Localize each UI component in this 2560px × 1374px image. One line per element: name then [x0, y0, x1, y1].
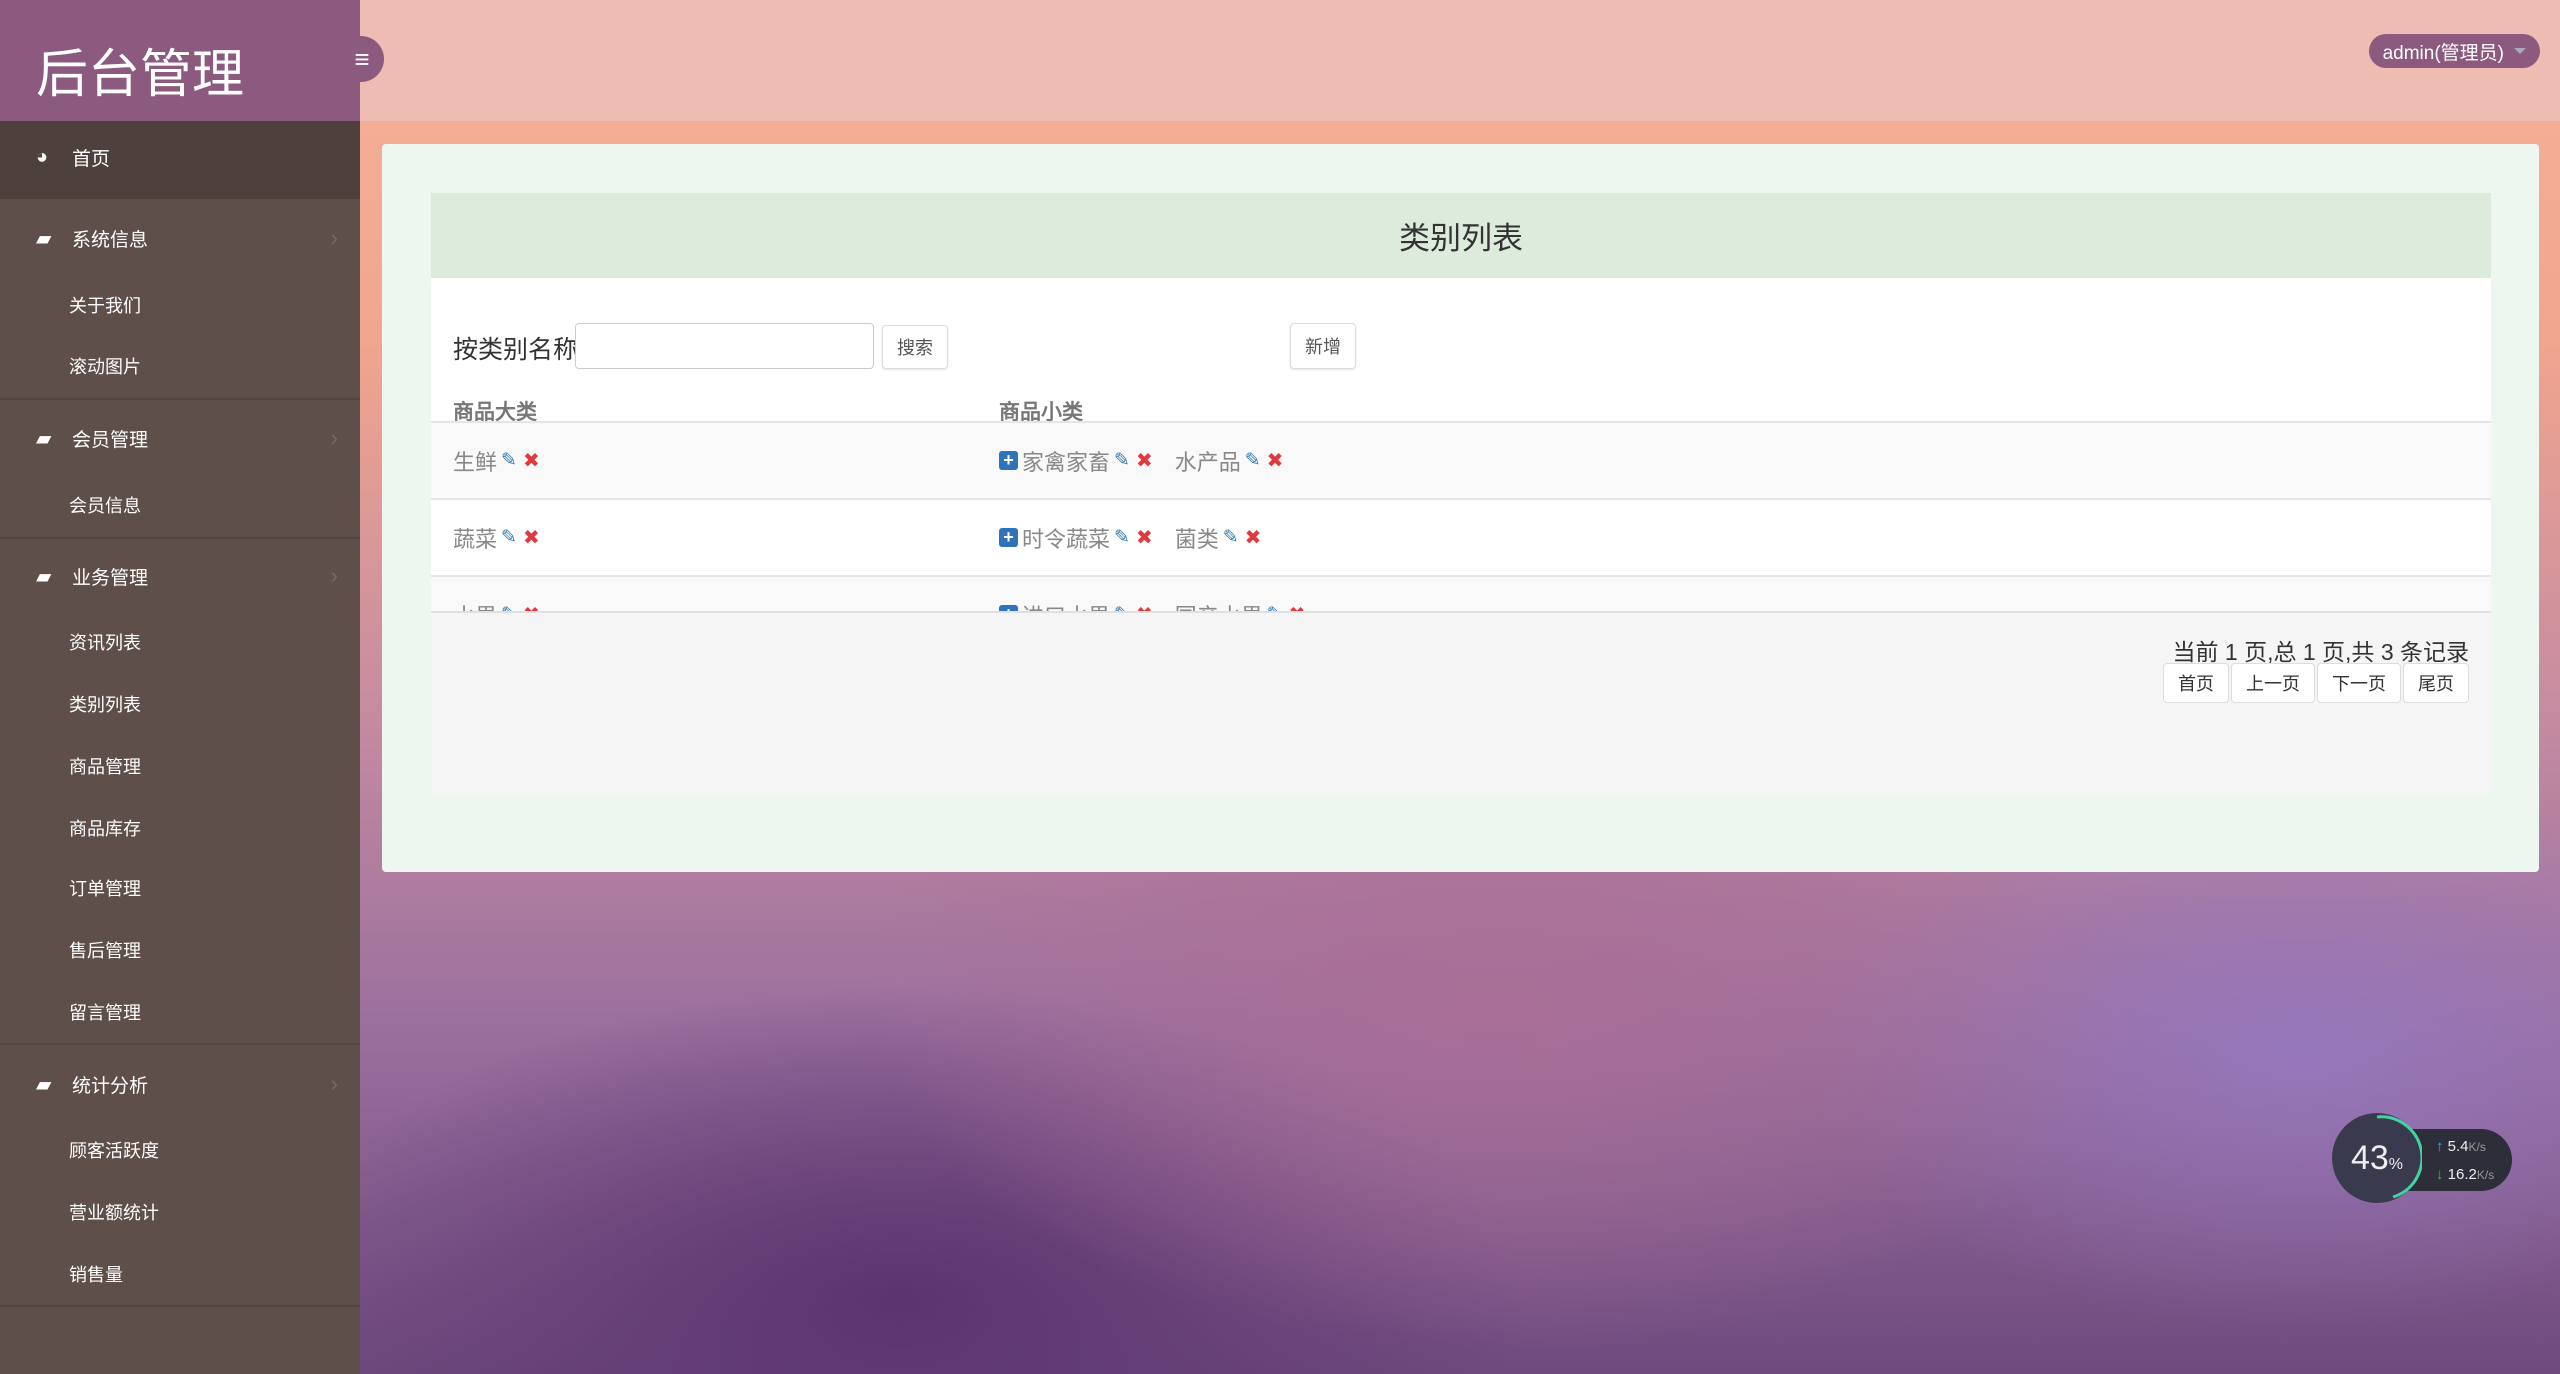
menu-toggle-button[interactable]: ≡ [340, 36, 384, 82]
sidebar-item-label: 统计分析 [72, 1075, 149, 1097]
pagination-info: 当前 1 页,总 1 页,共 3 条记录 [2172, 639, 2470, 665]
divider [0, 1043, 360, 1045]
top-header: admin(管理员) [360, 0, 2560, 121]
sidebar-item-aftersales[interactable]: 售后管理 [0, 930, 360, 970]
edit-pencil-icon[interactable]: ✎ [1114, 526, 1130, 549]
subcategory-cell: + 家禽家畜 ✎ ✖ 水产品 ✎ ✖ [999, 445, 1283, 477]
subcategory-name[interactable]: 家禽家畜 [1022, 445, 1110, 477]
subcategory-item: + 时令蔬菜 ✎ ✖ [999, 522, 1153, 554]
sidebar-item-carousel[interactable]: 滚动图片 [0, 346, 360, 386]
delete-x-icon[interactable]: ✖ [523, 525, 540, 550]
prev-page-button[interactable]: 上一页 [2231, 663, 2315, 703]
chevron-right-icon: › [330, 1071, 338, 1096]
sidebar-group-system[interactable]: ▰ 系统信息 › [0, 218, 360, 258]
edit-pencil-icon[interactable]: ✎ [501, 449, 517, 472]
app-logo: 后台管理 [0, 0, 360, 121]
caret-down-icon [2514, 48, 2526, 54]
subcategory-item: + 家禽家畜 ✎ ✖ [999, 445, 1153, 477]
sidebar-item-stock[interactable]: 商品库存 [0, 808, 360, 848]
sidebar-item-member-info[interactable]: 会员信息 [0, 485, 360, 525]
category-name[interactable]: 生鲜 [453, 445, 497, 477]
table-row: 生鲜 ✎ ✖ + 家禽家畜 ✎ ✖ 水产品 ✎ ✖ [431, 421, 2491, 498]
divider [0, 398, 360, 400]
subcategory-cell: + 时令蔬菜 ✎ ✖ 菌类 ✎ ✖ [999, 522, 1261, 554]
edit-pencil-icon[interactable]: ✎ [1223, 526, 1239, 549]
book-icon: ▰ [36, 227, 52, 250]
sidebar-item-label: 系统信息 [72, 229, 149, 251]
subcategory-name[interactable]: 时令蔬菜 [1022, 522, 1110, 554]
divider [0, 1305, 360, 1307]
first-page-button[interactable]: 首页 [2163, 663, 2229, 703]
category-list-card: 类别列表 按类别名称 搜索 新增 商品大类 商品小类 生鲜 ✎ ✖ + 家禽家畜 ✎ ✖ 水… [431, 193, 2491, 794]
dashboard-icon: ◕ [36, 145, 49, 168]
sidebar-item-products[interactable]: 商品管理 [0, 746, 360, 786]
subcategory-name[interactable]: 菌类 [1175, 522, 1219, 554]
sidebar-item-orders[interactable]: 订单管理 [0, 868, 360, 908]
sidebar-item-sales[interactable]: 销售量 [0, 1254, 360, 1294]
sidebar-item-label: 业务管理 [72, 567, 149, 589]
sidebar-item-label: 首页 [72, 148, 111, 170]
book-icon: ▰ [36, 565, 52, 588]
edit-pencil-icon[interactable]: ✎ [1114, 449, 1130, 472]
subcategory-item: 菌类 ✎ ✖ [1175, 522, 1262, 554]
category-name[interactable]: 蔬菜 [453, 522, 497, 554]
sidebar-group-members[interactable]: ▰ 会员管理 › [0, 418, 360, 458]
subcategory-item: 水产品 ✎ ✖ [1175, 445, 1284, 477]
speed-unit: K/s [2468, 1140, 2486, 1154]
speed-unit: K/s [2476, 1168, 2495, 1182]
sidebar: 后台管理 ◕ 首页 ▰ 系统信息 › 关于我们 滚动图片 ▰ 会员管理 › 会员信息 ▰ 业… [0, 0, 360, 1374]
book-icon: ▰ [36, 1073, 52, 1096]
table-footer: 当前 1 页,总 1 页,共 3 条记录 首页 上一页 下一页 尾页 [431, 611, 2491, 794]
sidebar-item-label: 会员管理 [72, 429, 149, 451]
chevron-right-icon: › [330, 425, 338, 450]
category-cell: 蔬菜 ✎ ✖ [453, 522, 540, 554]
search-input[interactable] [575, 323, 874, 369]
sidebar-group-business[interactable]: ▰ 业务管理 › [0, 556, 360, 596]
sidebar-item-about[interactable]: 关于我们 [0, 285, 360, 325]
chevron-right-icon: › [330, 225, 338, 250]
sidebar-item-categories[interactable]: 类别列表 [0, 684, 360, 724]
edit-pencil-icon[interactable]: ✎ [1245, 449, 1261, 472]
last-page-button[interactable]: 尾页 [2403, 663, 2469, 703]
delete-x-icon[interactable]: ✖ [523, 448, 540, 473]
pagination: 首页 上一页 下一页 尾页 [2161, 663, 2469, 703]
sidebar-item-home[interactable]: ◕ 首页 [0, 137, 360, 177]
user-label: admin(管理员) [2382, 42, 2504, 64]
upload-arrow-icon: ↑ [2436, 1138, 2444, 1155]
add-button[interactable]: 新增 [1290, 323, 1356, 369]
delete-x-icon[interactable]: ✖ [1267, 448, 1284, 473]
sidebar-item-customer-activity[interactable]: 顾客活跃度 [0, 1130, 360, 1170]
subcategory-name[interactable]: 水产品 [1175, 445, 1241, 477]
sidebar-item-revenue[interactable]: 营业额统计 [0, 1192, 360, 1232]
delete-x-icon[interactable]: ✖ [1136, 448, 1153, 473]
download-arrow-icon: ↓ [2436, 1166, 2444, 1183]
search-label: 按类别名称 [453, 336, 579, 364]
divider [0, 537, 360, 539]
search-button[interactable]: 搜索 [882, 325, 948, 369]
delete-x-icon[interactable]: ✖ [1136, 525, 1153, 550]
sidebar-item-messages[interactable]: 留言管理 [0, 992, 360, 1032]
network-monitor-widget[interactable]: 43% ↑ 5.4K/s ↓ 16.2K/s [2332, 1113, 2512, 1205]
chevron-right-icon: › [330, 563, 338, 588]
hamburger-icon: ≡ [354, 43, 370, 74]
page-title: 类别列表 [431, 193, 2491, 278]
progress-ring [2376, 1115, 2422, 1199]
table-row: 蔬菜 ✎ ✖ + 时令蔬菜 ✎ ✖ 菌类 ✎ ✖ [431, 498, 2491, 575]
download-speed: 16.2 [2447, 1166, 2477, 1183]
content-panel: 类别列表 按类别名称 搜索 新增 商品大类 商品小类 生鲜 ✎ ✖ + 家禽家畜 ✎ ✖ 水… [382, 144, 2539, 872]
sidebar-item-news[interactable]: 资讯列表 [0, 622, 360, 662]
sidebar-group-stats[interactable]: ▰ 统计分析 › [0, 1064, 360, 1104]
expand-plus-icon[interactable]: + [999, 528, 1018, 547]
upload-speed: 5.4 [2447, 1138, 2469, 1155]
edit-pencil-icon[interactable]: ✎ [501, 526, 517, 549]
delete-x-icon[interactable]: ✖ [1245, 525, 1262, 550]
book-icon: ▰ [36, 427, 52, 450]
user-menu[interactable]: admin(管理员) [2368, 34, 2540, 68]
expand-plus-icon[interactable]: + [999, 451, 1018, 470]
category-cell: 生鲜 ✎ ✖ [453, 445, 540, 477]
next-page-button[interactable]: 下一页 [2317, 663, 2401, 703]
